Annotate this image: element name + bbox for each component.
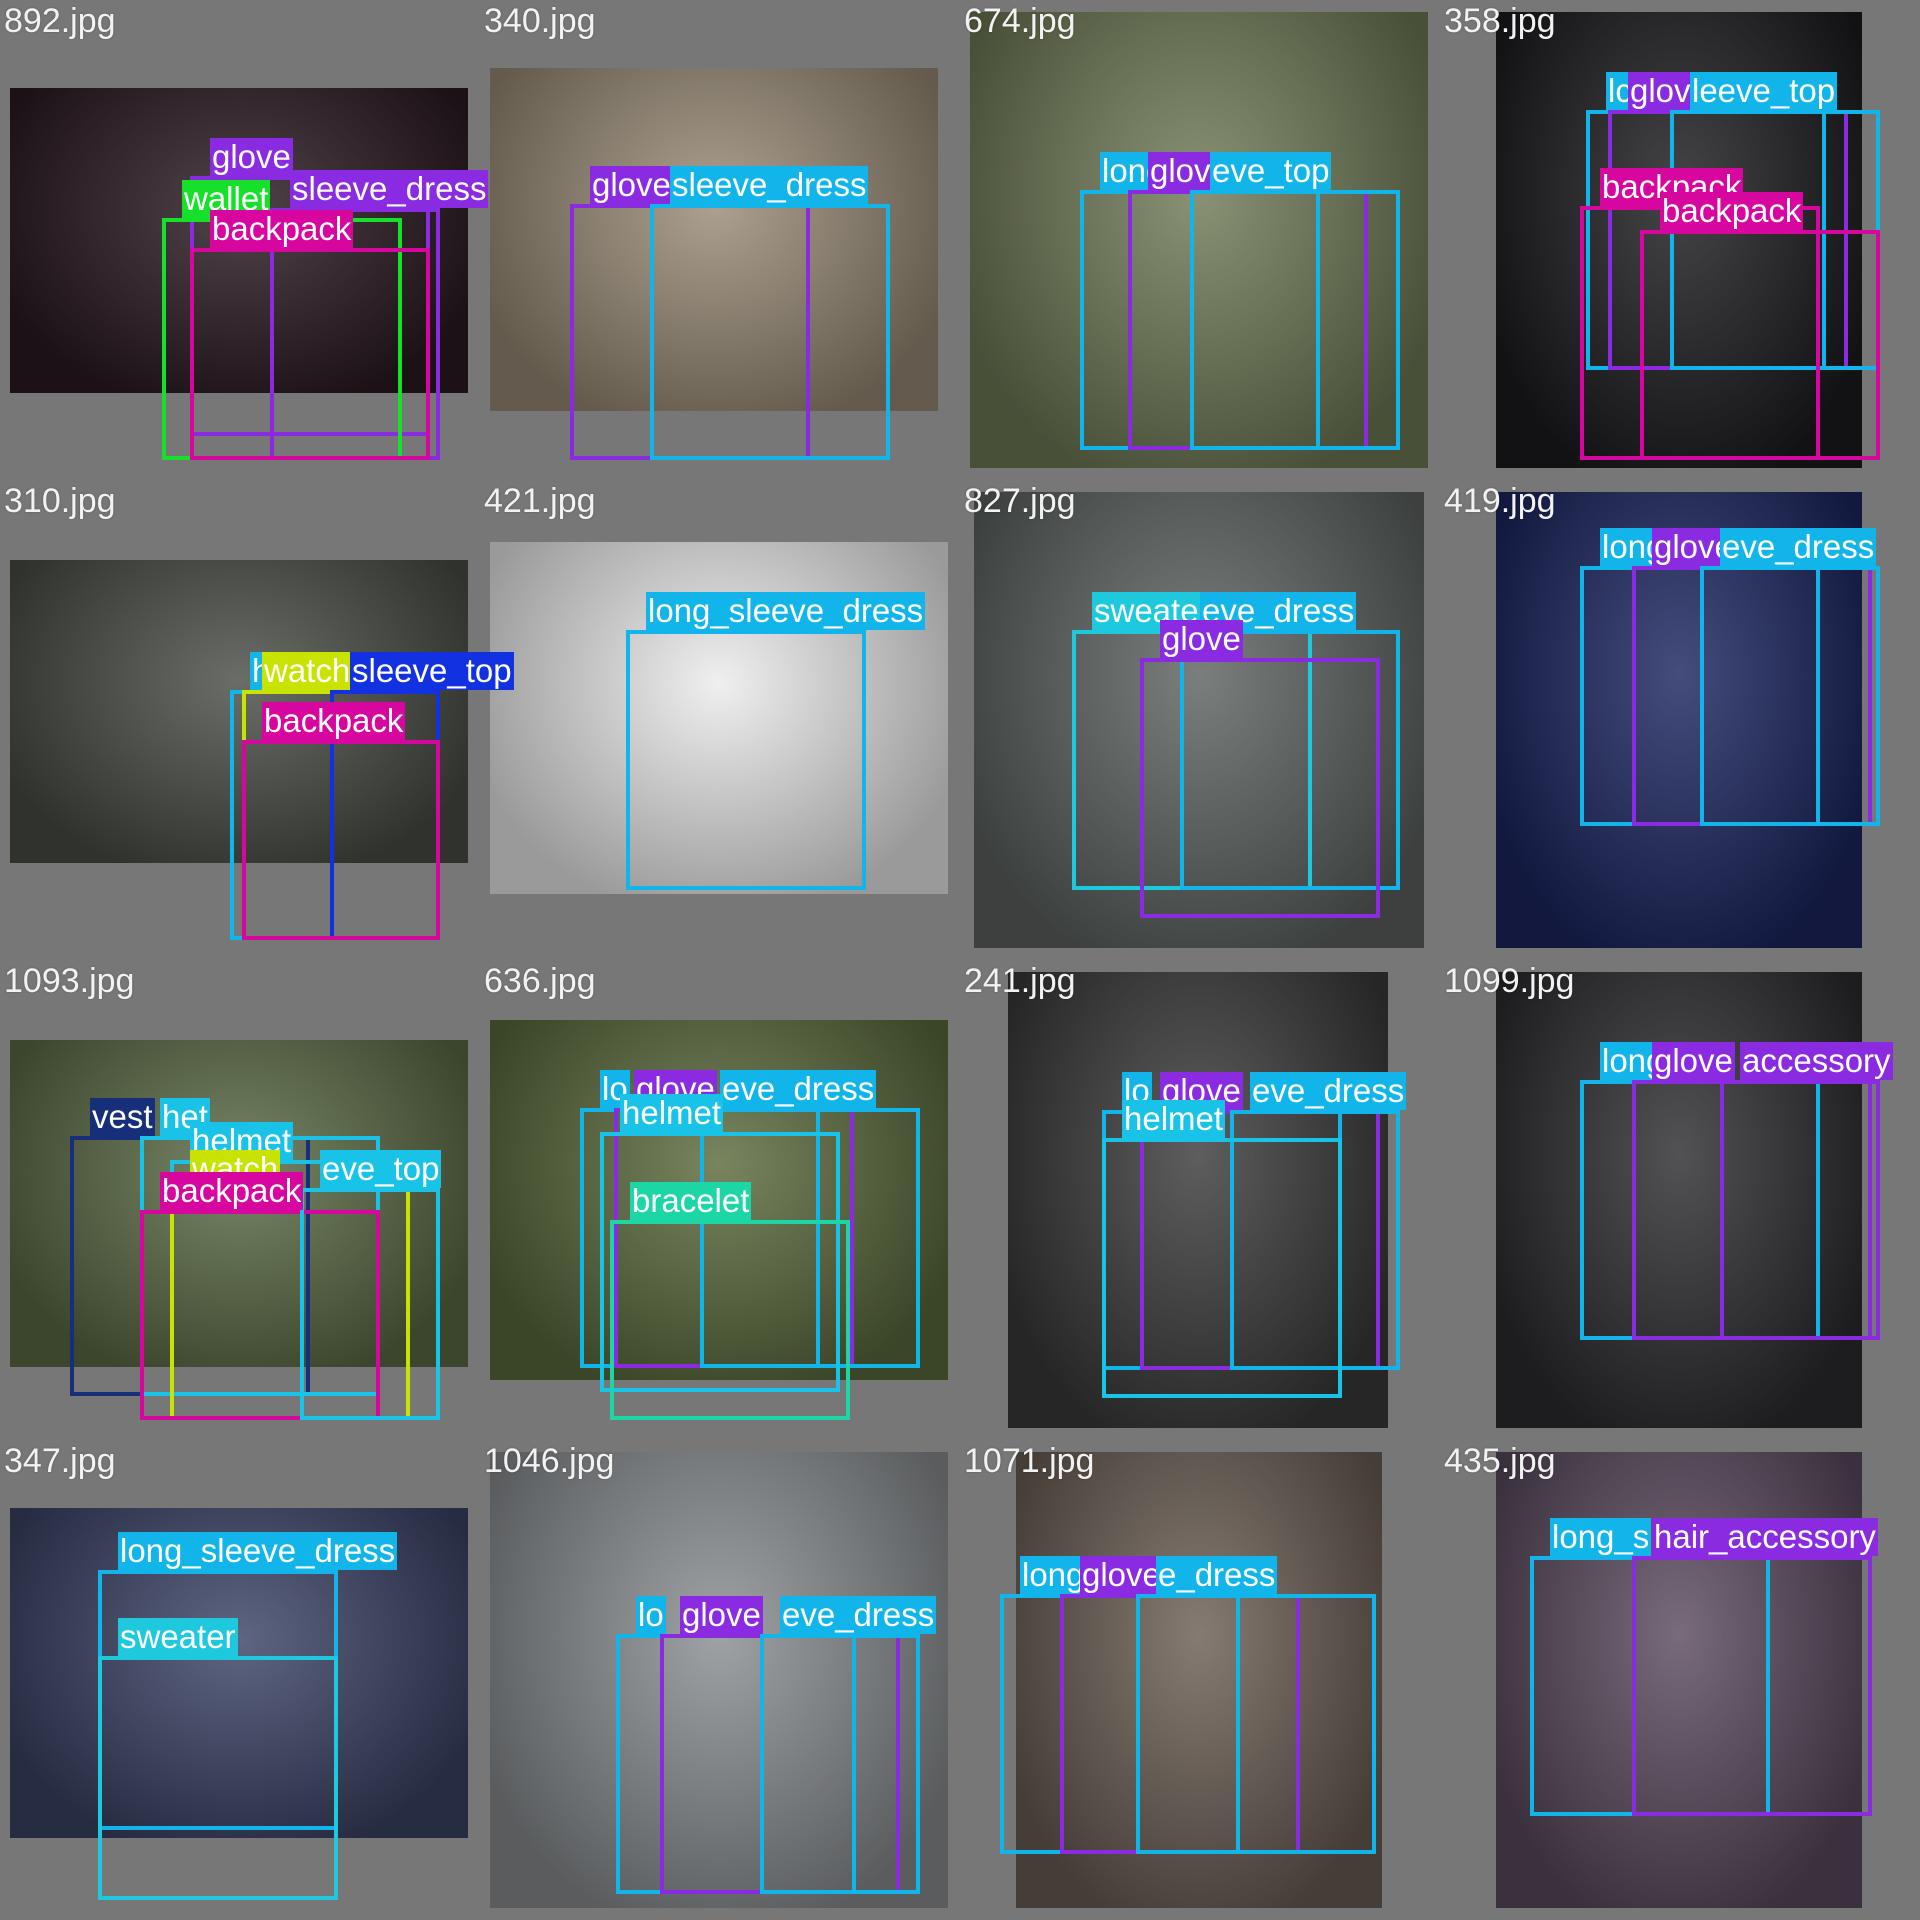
tile-filename: 674.jpg [964, 2, 1076, 40]
label-glove: glove [1080, 1556, 1163, 1594]
tile-421: 421.jpg long_sleeve_dress [480, 480, 960, 960]
tile-filename: 636.jpg [484, 962, 596, 1000]
label-bracelet: bracelet [630, 1182, 752, 1220]
tile-310: 310.jpghwatchsleeve_topbackpack [0, 480, 514, 960]
detection-mosaic: 892.jpg glove wallet sleeve_dress backpack 34… [0, 0, 1920, 1920]
tile-827: 827.jpg sweater eve_dress glove [960, 480, 1440, 960]
label-long-sleeve: leeve_top [1690, 72, 1838, 110]
tile-419: 419.jpg long glove eve_dress [1440, 480, 1920, 960]
woman-on-rocks-photo [1016, 1452, 1382, 1908]
label-long-sleeve: eve_dress [720, 1070, 877, 1108]
label-long-sleeve: eve_top [1210, 152, 1332, 190]
tile-1046: 1046.jpg lo glove eve_dress [480, 1440, 960, 1920]
woman-leaning-on-fence-photo [970, 12, 1428, 468]
tile-435: 435.jpg long_s hair_accessory [1440, 1440, 1920, 1920]
label-glove: glove [680, 1596, 763, 1634]
label-glove: sleeve_dress [290, 170, 489, 208]
label-long-sleeve: eve_dress [1720, 528, 1877, 566]
tile-filename: 1071.jpg [964, 1442, 1095, 1480]
label-glove: glove [1652, 1042, 1735, 1080]
label-long-sleeve: e_dress [1156, 1556, 1278, 1594]
runway-strapless-gown-photo [1496, 972, 1862, 1428]
label-long-sleeve: long_sleeve_dress [118, 1532, 398, 1570]
tile-filename: 1093.jpg [4, 962, 135, 1000]
label-long-sleeve: long [1020, 1556, 1087, 1594]
label-glove: glove [1160, 620, 1243, 658]
teal-dress-studio-photo [1008, 972, 1388, 1428]
tile-636: 636.jpg lo glove eve_dress helmet bracelet [480, 960, 960, 1440]
tile-filename: 1099.jpg [1444, 962, 1575, 1000]
label-backpack: backpack [210, 210, 354, 248]
tile-1099: 1099.jpg long glove accessory [1440, 960, 1920, 1440]
tile-filename: 419.jpg [1444, 482, 1556, 520]
tile-filename: 358.jpg [1444, 2, 1556, 40]
floral-dress-street-photo [490, 1452, 948, 1908]
label-watch: watch [262, 652, 353, 690]
label-long-sleeve: sleeve_dress [670, 166, 869, 204]
tile-filename: 435.jpg [1444, 1442, 1556, 1480]
label-helmet: helmet [1122, 1100, 1226, 1138]
label-helmet: helmet [620, 1094, 724, 1132]
label-sweater: sweater [118, 1618, 238, 1656]
label-long-sleeve: eve_dress [1250, 1072, 1407, 1110]
label-glove: accessory [1740, 1042, 1893, 1080]
tile-340: 340.jpg glove sleeve_dress [480, 0, 960, 480]
tile-347: 347.jpg long_sleeve_dresssweater [0, 1440, 480, 1920]
tile-1093: 1093.jpg vest het helmet watch backpack eve_to… [0, 960, 480, 1440]
tile-892: 892.jpg glove wallet sleeve_dress backpack [0, 0, 489, 480]
label-backpack: backpack [262, 702, 406, 740]
label-helmet: eve_top [320, 1150, 442, 1188]
label-glove: glove [590, 166, 673, 204]
woman-on-stone-steps-photo [490, 68, 938, 411]
label-backpack: backpack [1660, 192, 1804, 230]
tile-358: 358.jpg lc glove leeve_top backpack backpack [1440, 0, 1920, 480]
label-long-sleeve: lo [636, 1596, 666, 1634]
tile-filename: 421.jpg [484, 482, 596, 520]
label-long-sleeve: long_s [1550, 1518, 1652, 1556]
tile-1071: 1071.jpg long glove e_dress [960, 1440, 1440, 1920]
label-vest: vest [90, 1098, 155, 1136]
label-backpack: backpack [160, 1172, 304, 1210]
tile-filename: 340.jpg [484, 2, 596, 40]
label-long-sleeve: long_sleeve_dress [646, 592, 926, 630]
label-hair-accessory: hair_accessory [1652, 1518, 1878, 1556]
tile-filename: 347.jpg [4, 1442, 116, 1480]
black-ruffle-dress-road-photo [974, 492, 1424, 948]
tile-filename: 892.jpg [4, 2, 116, 40]
tile-filename: 827.jpg [964, 482, 1076, 520]
label-glove: glove [210, 138, 293, 176]
tile-filename: 241.jpg [964, 962, 1076, 1000]
tile-674: 674.jpg long glove eve_top [960, 0, 1440, 480]
label-blue-top: sleeve_top [350, 652, 514, 690]
tile-filename: 310.jpg [4, 482, 116, 520]
tile-241: 241.jpg lo glove eve_dress helmet [960, 960, 1440, 1440]
tile-filename: 1046.jpg [484, 1442, 615, 1480]
label-long-sleeve: eve_dress [780, 1596, 937, 1634]
